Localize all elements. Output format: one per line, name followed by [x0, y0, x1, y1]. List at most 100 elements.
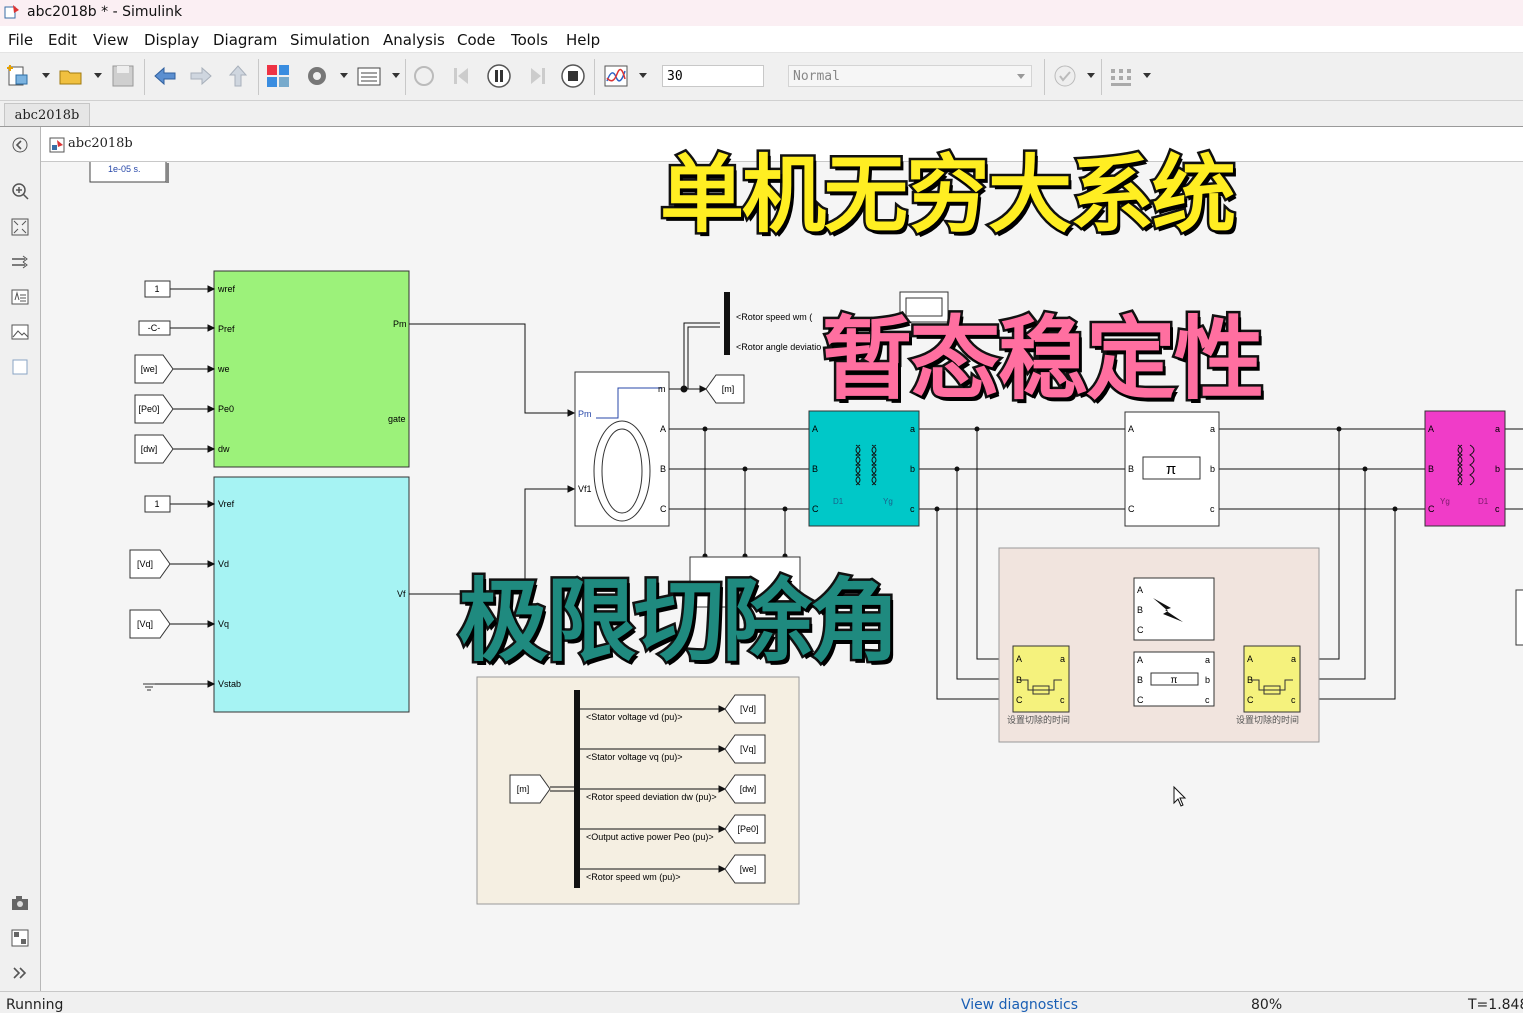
model-browser-icon[interactable] — [10, 928, 30, 948]
menu-code[interactable]: Code — [457, 31, 495, 49]
constant-block[interactable]: -C- — [138, 320, 171, 336]
model-advisor-check-icon[interactable] — [1052, 63, 1078, 89]
forward-arrow-icon[interactable] — [188, 63, 214, 89]
port-label: wref — [217, 284, 236, 294]
explorer-dropdown-arrow[interactable] — [392, 73, 400, 78]
powergui-block[interactable]: 1e-05 s. — [89, 162, 169, 183]
step-back-config-icon[interactable] — [411, 63, 437, 89]
transformer-yg-d1[interactable]: A B C a b c Yg D1 — [1424, 410, 1506, 527]
from-block[interactable]: [Vd] — [129, 549, 171, 579]
step-back-icon[interactable] — [450, 63, 476, 89]
transformer-d1-yg[interactable]: A B C a b c D1 Yg — [808, 410, 920, 527]
from-block[interactable]: [we] — [134, 354, 174, 384]
turbine-governor-subsystem[interactable]: wref Pref we Pe0 dw Pm gate — [213, 270, 410, 468]
breadcrumb-model-label: abc2018b — [68, 136, 133, 151]
step-forward-icon[interactable] — [523, 63, 549, 89]
model-explorer-icon[interactable] — [356, 63, 382, 89]
port-label: c — [910, 504, 915, 514]
port-label: a — [1060, 654, 1065, 664]
solver-note: 1e-05 s. — [108, 164, 141, 174]
from-block[interactable]: [Vq] — [129, 609, 171, 639]
build-dropdown-arrow[interactable] — [1143, 73, 1151, 78]
menu-display[interactable]: Display — [144, 31, 199, 49]
simulation-mode-select[interactable]: Normal — [788, 65, 1032, 87]
from-block[interactable]: [Pe0] — [134, 394, 174, 424]
stop-icon[interactable] — [560, 63, 586, 89]
back-arrow-icon[interactable] — [152, 63, 178, 89]
stop-time-input[interactable]: 30 — [662, 65, 764, 87]
menu-simulation[interactable]: Simulation — [290, 31, 370, 49]
data-inspector-icon[interactable] — [603, 63, 629, 89]
bus-selector-rotor[interactable]: <Rotor speed wm ( <Rotor angle deviatio — [724, 292, 821, 355]
from-tag: [m] — [517, 784, 530, 794]
open-dropdown-arrow[interactable] — [94, 73, 102, 78]
port-label: A — [660, 424, 666, 434]
goto-block[interactable]: [m] — [705, 374, 745, 404]
menu-view[interactable]: View — [93, 31, 129, 49]
toolbar-separator — [1101, 59, 1102, 95]
build-grid-icon[interactable] — [1108, 63, 1134, 89]
menu-tools[interactable]: Tools — [511, 31, 548, 49]
synchronous-machine-block[interactable]: Pm Vf1 m A B C — [574, 371, 670, 527]
winding-label: D1 — [1478, 497, 1489, 506]
pi-symbol: π — [1171, 675, 1178, 686]
port-label: C — [812, 504, 819, 514]
exciter-subsystem[interactable]: Vref Vd Vq Vstab Vf — [213, 476, 410, 713]
port-label: C — [1137, 695, 1144, 705]
image-icon[interactable] — [10, 322, 30, 342]
fault-block[interactable]: A B C — [1133, 577, 1215, 641]
breaker-left[interactable]: A B C a c — [1012, 645, 1070, 713]
pi-section-line-2[interactable]: π A B C a b c — [1133, 651, 1215, 707]
constant-block[interactable]: 1 — [144, 495, 171, 513]
zoom-in-icon[interactable] — [10, 181, 30, 201]
expand-chevron-icon[interactable] — [10, 963, 30, 983]
port-label: c — [1205, 695, 1210, 705]
library-browser-icon[interactable] — [265, 63, 291, 89]
new-dropdown-arrow[interactable] — [42, 73, 50, 78]
ground-block[interactable] — [143, 683, 155, 691]
port-label: B — [1247, 675, 1253, 685]
status-bar: Running View diagnostics 80% T=1.848 — [0, 991, 1523, 1013]
port-label: a — [1291, 654, 1296, 664]
settings-dropdown-arrow[interactable] — [340, 73, 348, 78]
bus-selector-measurements[interactable] — [574, 690, 580, 888]
constant-block[interactable]: 1 — [144, 280, 171, 298]
menu-help[interactable]: Help — [566, 31, 600, 49]
toolbar-separator — [258, 59, 259, 95]
settings-gear-icon[interactable] — [304, 63, 330, 89]
port-label: Vq — [218, 619, 229, 629]
camera-icon[interactable] — [10, 893, 30, 913]
annotation-icon[interactable] — [10, 287, 30, 307]
offscreen-block[interactable] — [1515, 589, 1523, 646]
menu-analysis[interactable]: Analysis — [383, 31, 445, 49]
advisor-dropdown-arrow[interactable] — [1087, 73, 1095, 78]
signal-route-icon[interactable] — [10, 252, 30, 272]
inspector-dropdown-arrow[interactable] — [639, 73, 647, 78]
menu-file[interactable]: File — [8, 31, 33, 49]
pause-icon[interactable] — [486, 63, 512, 89]
simulink-app-icon — [4, 5, 19, 19]
up-arrow-icon[interactable] — [225, 63, 251, 89]
port-label: Pref — [218, 324, 235, 334]
constant-value: 1 — [154, 499, 159, 509]
from-block[interactable]: [dw] — [134, 434, 174, 464]
pi-section-line[interactable]: π A B C a b c — [1124, 411, 1220, 527]
new-model-icon[interactable] — [6, 63, 32, 89]
breaker-right[interactable]: A B C a c — [1243, 645, 1301, 713]
winding-label: D1 — [833, 497, 844, 506]
bus-signal-label: <Stator voltage vd (pu)> — [586, 712, 683, 722]
open-folder-icon[interactable] — [58, 63, 84, 89]
menu-edit[interactable]: Edit — [48, 31, 77, 49]
toolbar-separator — [594, 59, 595, 95]
from-tag: [Pe0] — [138, 404, 159, 414]
model-icon — [49, 137, 65, 153]
save-icon[interactable] — [110, 63, 136, 89]
fit-to-view-icon[interactable] — [10, 217, 30, 237]
port-label: b — [1210, 464, 1215, 474]
toolbar: 30 Normal — [0, 53, 1523, 101]
tab-abc2018b[interactable]: abc2018b — [4, 103, 90, 126]
hide-show-browser-icon[interactable] — [10, 135, 30, 155]
port-label: B — [660, 464, 666, 474]
menu-diagram[interactable]: Diagram — [213, 31, 277, 49]
area-icon[interactable] — [10, 357, 30, 377]
